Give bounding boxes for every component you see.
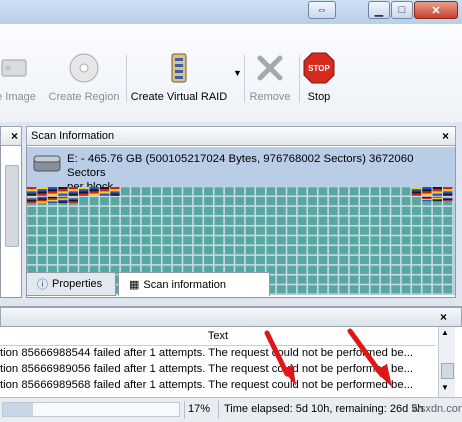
red-arrow-icon	[347, 328, 392, 387]
red-arrow-icon	[264, 330, 296, 386]
annotation-overlay	[264, 328, 392, 387]
